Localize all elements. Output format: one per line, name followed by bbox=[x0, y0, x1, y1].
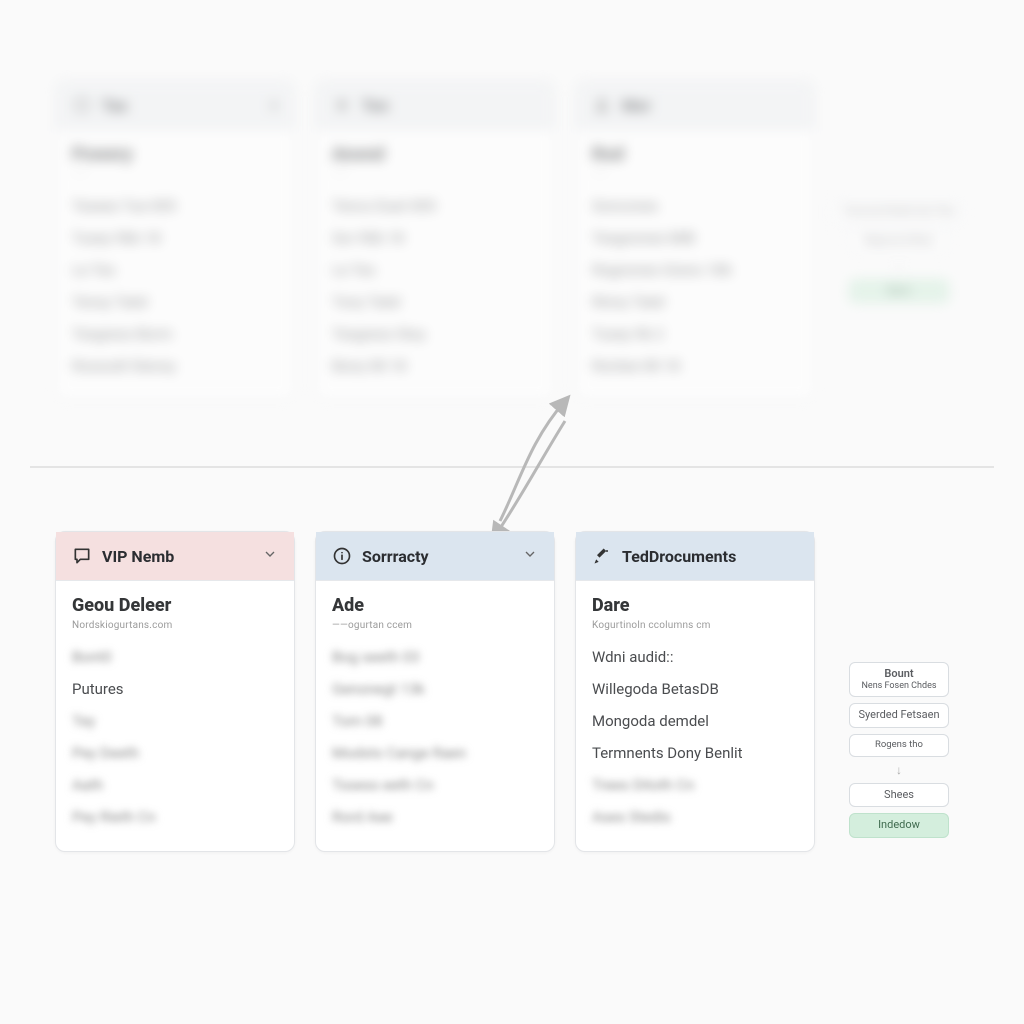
annotation-title: Bount bbox=[858, 668, 940, 681]
card-row: Willegoda BetasDB bbox=[592, 673, 798, 705]
card-row: Pey Rieth Cn bbox=[72, 801, 278, 833]
card-header-title: Sorrracty bbox=[362, 547, 512, 566]
star-icon bbox=[332, 95, 352, 115]
card-row: Sor 90b 18 bbox=[332, 222, 538, 254]
card-row: Genonegt 13k bbox=[332, 673, 538, 705]
card-header-title: Mor bbox=[622, 96, 798, 115]
info-circle-icon bbox=[332, 546, 352, 566]
card-section-title: Rod bbox=[592, 144, 798, 165]
card-subtext: ——ogurtan ccem bbox=[332, 620, 538, 631]
card-header[interactable]: Sorrracty bbox=[316, 532, 554, 581]
top-card-1: Tax ▾ Powery —— Texees Tue 005 Tusey 96b… bbox=[55, 80, 295, 401]
top-card-2: Ton Anond —— Tencs Duet 005 Sor 90b 18 L… bbox=[315, 80, 555, 401]
tools-icon bbox=[592, 546, 612, 566]
user-icon bbox=[592, 95, 612, 115]
annotation-box[interactable]: Syerded Fetsaen bbox=[849, 703, 949, 728]
card-row: Mongoda demdel bbox=[592, 705, 798, 737]
card-header[interactable]: TedDrocuments bbox=[576, 532, 814, 581]
card-header[interactable]: Tax ▾ bbox=[56, 81, 294, 130]
card-section-title: Ade bbox=[332, 595, 538, 616]
card-row: Le Tes bbox=[72, 254, 278, 286]
card-section-title: Geou Deleer bbox=[72, 595, 278, 616]
card-row: Le Tes bbox=[332, 254, 538, 286]
top-annotation-group: Transcend Mode Sae Thee Megnoucd Mess ↓ … bbox=[824, 201, 974, 303]
annotation-box[interactable]: Rogens tho bbox=[849, 734, 949, 757]
card-row: Tesgress Stoy bbox=[332, 318, 538, 350]
circle-icon bbox=[72, 95, 92, 115]
card-header-title: VIP Nemb bbox=[102, 547, 252, 566]
card-header[interactable]: VIP Nemb bbox=[56, 532, 294, 581]
card-row: Tssess eeth Cn bbox=[332, 769, 538, 801]
card-subtext: —— bbox=[332, 169, 538, 180]
card-row: Termnents Dony Benlit bbox=[592, 737, 798, 769]
bottom-card-vip: VIP Nemb Geou Deleer Nordskiogurtans.com… bbox=[55, 531, 295, 852]
chat-icon bbox=[72, 546, 92, 566]
annotation-box-green[interactable]: Bunt bbox=[849, 279, 949, 304]
chevron-down-icon[interactable] bbox=[522, 546, 538, 566]
top-card-3: Mor Rod —— Soncones Tesgnones MiB Rognon… bbox=[575, 80, 815, 401]
bottom-card-teddocuments: TedDrocuments Dare Kogurtinoln ccolumns … bbox=[575, 531, 815, 852]
card-row: Bont0 bbox=[72, 641, 278, 673]
swap-arrow-icon bbox=[470, 381, 590, 551]
annotation-box-green[interactable]: Indedow bbox=[849, 813, 949, 838]
card-row: Modsts Cange Raen bbox=[332, 737, 538, 769]
card-row: Tom 08 bbox=[332, 705, 538, 737]
card-row: Tusey 9b 2 bbox=[592, 318, 798, 350]
card-row: Pey Deeth bbox=[72, 737, 278, 769]
card-row: Tony Tatel bbox=[332, 286, 538, 318]
card-header[interactable]: Ton bbox=[316, 81, 554, 130]
bottom-cards-area: VIP Nemb Geou Deleer Nordskiogurtans.com… bbox=[0, 511, 1024, 872]
card-row: Aath bbox=[72, 769, 278, 801]
divider-area bbox=[0, 421, 1024, 511]
card-row: Rognones Greno 186 bbox=[592, 254, 798, 286]
card-row: Putures bbox=[72, 673, 278, 705]
card-section-title: Anond bbox=[332, 144, 538, 165]
card-header-title: Tax bbox=[102, 96, 260, 115]
card-row: Rord Aee bbox=[332, 801, 538, 833]
card-row: Ases Stedis bbox=[592, 801, 798, 833]
card-header-title: TedDrocuments bbox=[622, 547, 798, 566]
chevron-down-icon[interactable]: ▾ bbox=[270, 96, 278, 115]
card-row: Trees Ditoth Cn bbox=[592, 769, 798, 801]
card-row: Rossodt Stensy bbox=[72, 350, 278, 382]
card-row: Tencs Duet 005 bbox=[332, 190, 538, 222]
annotation-sub: Nens Fosen Chdes bbox=[858, 681, 940, 691]
card-subtext: Kogurtinoln ccolumns cm bbox=[592, 620, 798, 631]
annotation-box[interactable]: Transcend Mode Sae Thee bbox=[834, 201, 964, 224]
top-cards-area: Tax ▾ Powery —— Texees Tue 005 Tusey 96b… bbox=[0, 0, 1024, 421]
down-arrow-icon: ↓ bbox=[896, 763, 902, 777]
card-row: Rontee 08 18 bbox=[592, 350, 798, 382]
card-subtext: Nordskiogurtans.com bbox=[72, 620, 278, 631]
card-row: Tensy Tatel bbox=[72, 286, 278, 318]
card-header-title: Ton bbox=[362, 96, 538, 115]
card-subtext: —— bbox=[72, 169, 278, 180]
chevron-down-icon[interactable] bbox=[262, 546, 278, 566]
card-row: Texees Tue 005 bbox=[72, 190, 278, 222]
card-row: Tesgress Borm bbox=[72, 318, 278, 350]
card-header[interactable]: Mor bbox=[576, 81, 814, 130]
bottom-annotation-group: Bount Nens Fosen Chdes Syerded Fetsaen R… bbox=[824, 662, 974, 838]
card-row: Bog seeth 03 bbox=[332, 641, 538, 673]
card-subtext: —— bbox=[592, 169, 798, 180]
annotation-box[interactable]: Bount Nens Fosen Chdes bbox=[849, 662, 949, 697]
card-section-title: Powery bbox=[72, 144, 278, 165]
card-row: Wdni audid:: bbox=[592, 641, 798, 673]
annotation-box[interactable]: Shees bbox=[849, 783, 949, 808]
card-row: Tesgnones MiB bbox=[592, 222, 798, 254]
card-row: Soncones bbox=[592, 190, 798, 222]
card-row: Bony 08 18 bbox=[332, 350, 538, 382]
bottom-card-sorracty: Sorrracty Ade ——ogurtan ccem Bog seeth 0… bbox=[315, 531, 555, 852]
annotation-box[interactable]: Megnoucd Mess bbox=[849, 230, 949, 253]
card-section-title: Dare bbox=[592, 595, 798, 616]
card-row: Tusey 96b 18 bbox=[72, 222, 278, 254]
card-row: Tey bbox=[72, 705, 278, 737]
card-row: Rinny Tatel bbox=[592, 286, 798, 318]
down-arrow-icon: ↓ bbox=[896, 259, 902, 273]
